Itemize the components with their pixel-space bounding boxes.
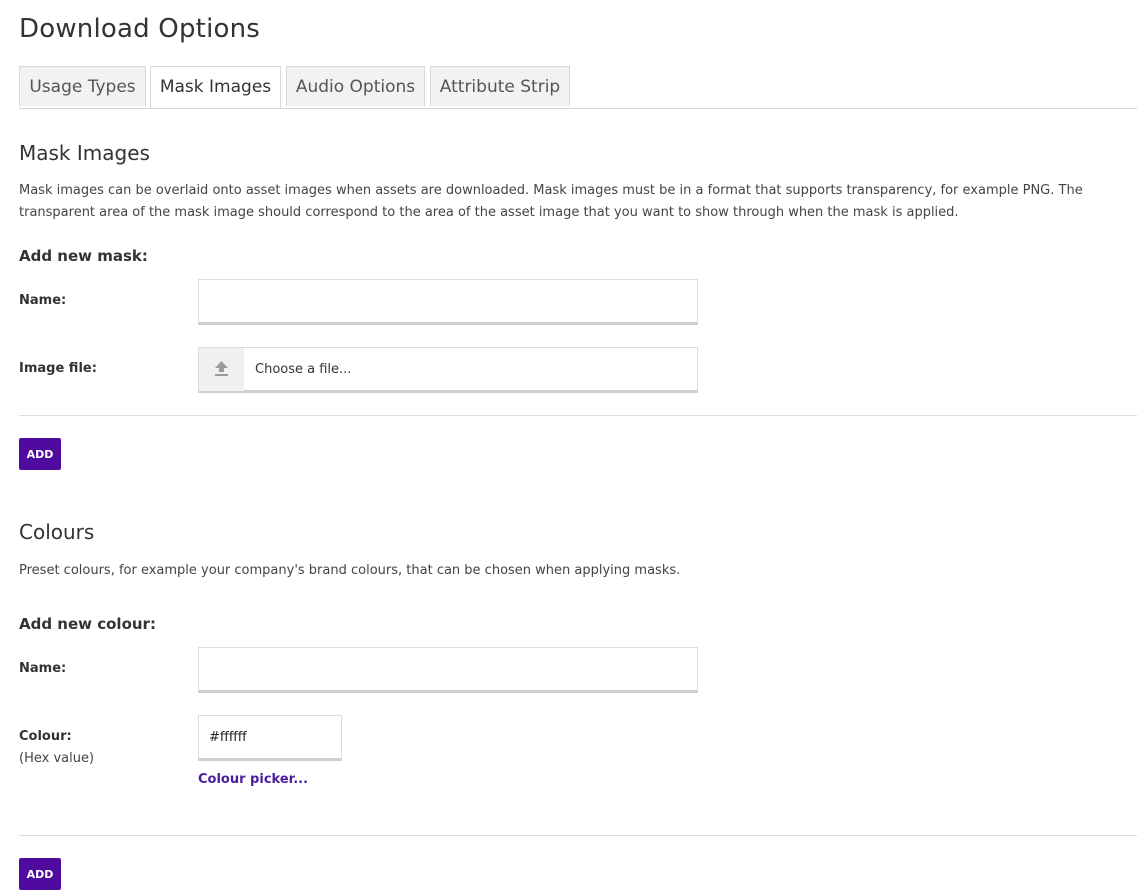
colour-name-input[interactable] bbox=[198, 647, 698, 693]
hex-value-hint: (Hex value) bbox=[19, 751, 95, 766]
tab-bar: Usage Types Mask Images Audio Options At… bbox=[19, 66, 1137, 109]
file-placeholder-text: Choose a file... bbox=[255, 362, 352, 377]
mask-name-label: Name: bbox=[19, 293, 67, 308]
colour-label: Colour: bbox=[19, 729, 72, 744]
tab-audio-options[interactable]: Audio Options bbox=[286, 66, 425, 106]
add-mask-button[interactable]: ADD bbox=[19, 438, 61, 470]
tab-attribute-strip[interactable]: Attribute Strip bbox=[430, 66, 570, 106]
page-title: Download Options bbox=[19, 14, 261, 44]
add-new-colour-heading: Add new colour: bbox=[19, 615, 156, 633]
add-colour-button[interactable]: ADD bbox=[19, 858, 61, 890]
hex-colour-input[interactable] bbox=[198, 715, 342, 761]
mask-images-heading: Mask Images bbox=[19, 141, 150, 165]
image-file-chooser[interactable]: Choose a file... bbox=[198, 347, 698, 393]
tab-usage-types[interactable]: Usage Types bbox=[19, 66, 146, 106]
colour-name-label: Name: bbox=[19, 661, 67, 676]
tab-mask-images[interactable]: Mask Images bbox=[150, 66, 281, 108]
colours-description: Preset colours, for example your company… bbox=[19, 563, 681, 578]
colour-divider bbox=[19, 835, 1137, 836]
mask-divider bbox=[19, 415, 1137, 416]
add-new-mask-heading: Add new mask: bbox=[19, 247, 148, 265]
mask-name-input[interactable] bbox=[198, 279, 698, 325]
image-file-label: Image file: bbox=[19, 361, 97, 376]
colour-picker-link[interactable]: Colour picker... bbox=[198, 772, 308, 787]
upload-icon bbox=[199, 348, 244, 391]
colours-heading: Colours bbox=[19, 520, 95, 544]
mask-images-description: Mask images can be overlaid onto asset i… bbox=[19, 183, 1083, 220]
